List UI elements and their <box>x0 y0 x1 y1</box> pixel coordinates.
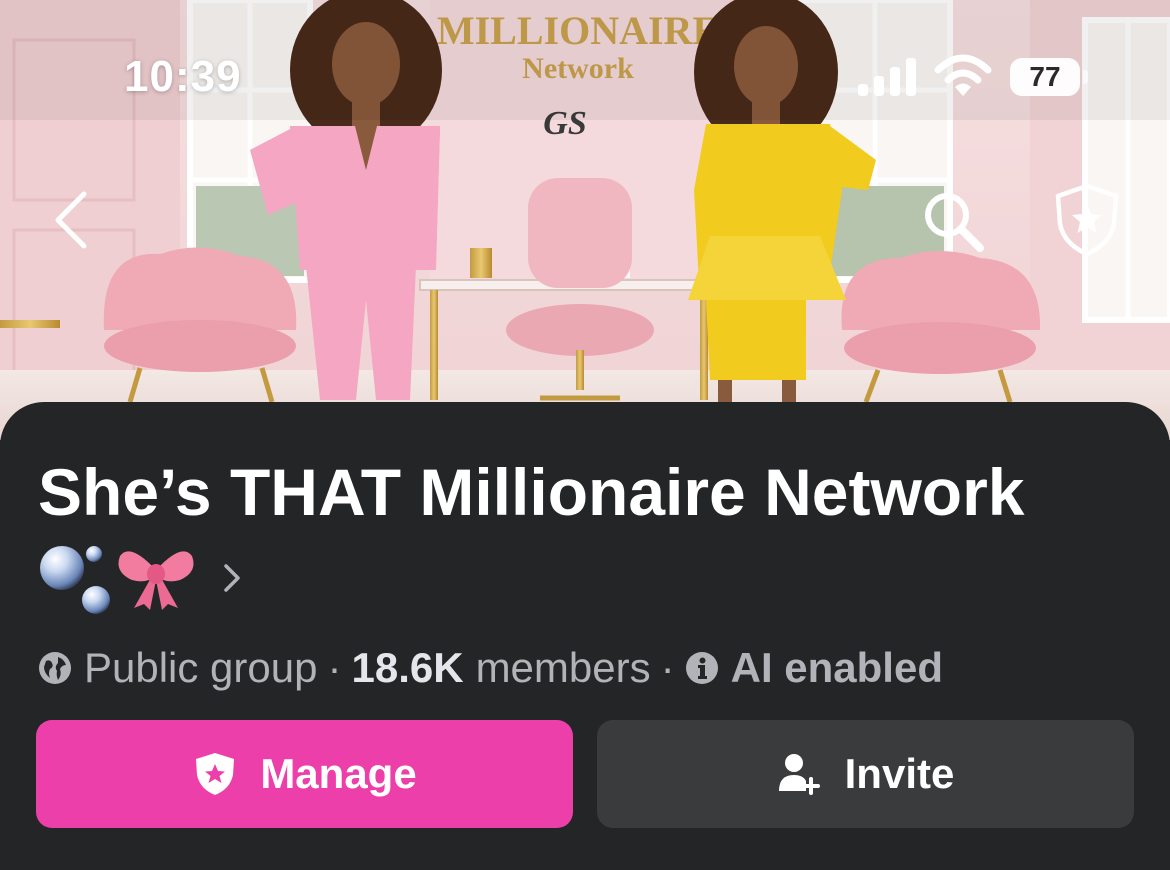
shield-star-icon <box>196 753 235 795</box>
battery-nub <box>1083 70 1088 84</box>
battery-level: 77 <box>1029 61 1061 92</box>
cellular-signal-icon <box>858 58 916 96</box>
info-icon <box>685 652 718 684</box>
chevron-left-icon[interactable] <box>48 188 96 252</box>
group-privacy[interactable]: Public group <box>84 644 317 692</box>
group-members-label[interactable]: members <box>476 644 651 692</box>
group-ai-status[interactable]: AI enabled <box>731 644 943 692</box>
meta-separator-dot: · <box>660 644 675 691</box>
add-person-icon <box>778 754 820 795</box>
search-icon[interactable] <box>918 186 988 256</box>
group-meta-row: Public group · 18.6K members · AI enable… <box>38 642 943 694</box>
invite-button[interactable]: Invite <box>597 720 1134 828</box>
group-name[interactable]: She’s THAT Millionaire Network <box>38 452 1138 533</box>
globe-icon <box>39 652 71 684</box>
group-info-panel: She’s THAT Millionaire Network Public gr… <box>0 402 1170 870</box>
ribbon-bow-emoji-icon <box>118 551 194 610</box>
invite-button-label: Invite <box>844 750 955 797</box>
status-bar-time: 10:39 <box>124 52 242 101</box>
admin-shield-icon[interactable] <box>1052 182 1122 258</box>
meta-separator-dot: · <box>327 644 342 691</box>
bubbles-emoji-icon <box>40 546 110 614</box>
manage-button-label: Manage <box>260 750 417 797</box>
group-member-count[interactable]: 18.6K <box>351 644 463 692</box>
wifi-icon <box>934 54 992 96</box>
battery-indicator: 77 <box>1010 58 1080 96</box>
group-name-emoji-row[interactable] <box>38 542 246 614</box>
chevron-right-icon[interactable] <box>218 558 246 598</box>
manage-button[interactable]: Manage <box>36 720 573 828</box>
